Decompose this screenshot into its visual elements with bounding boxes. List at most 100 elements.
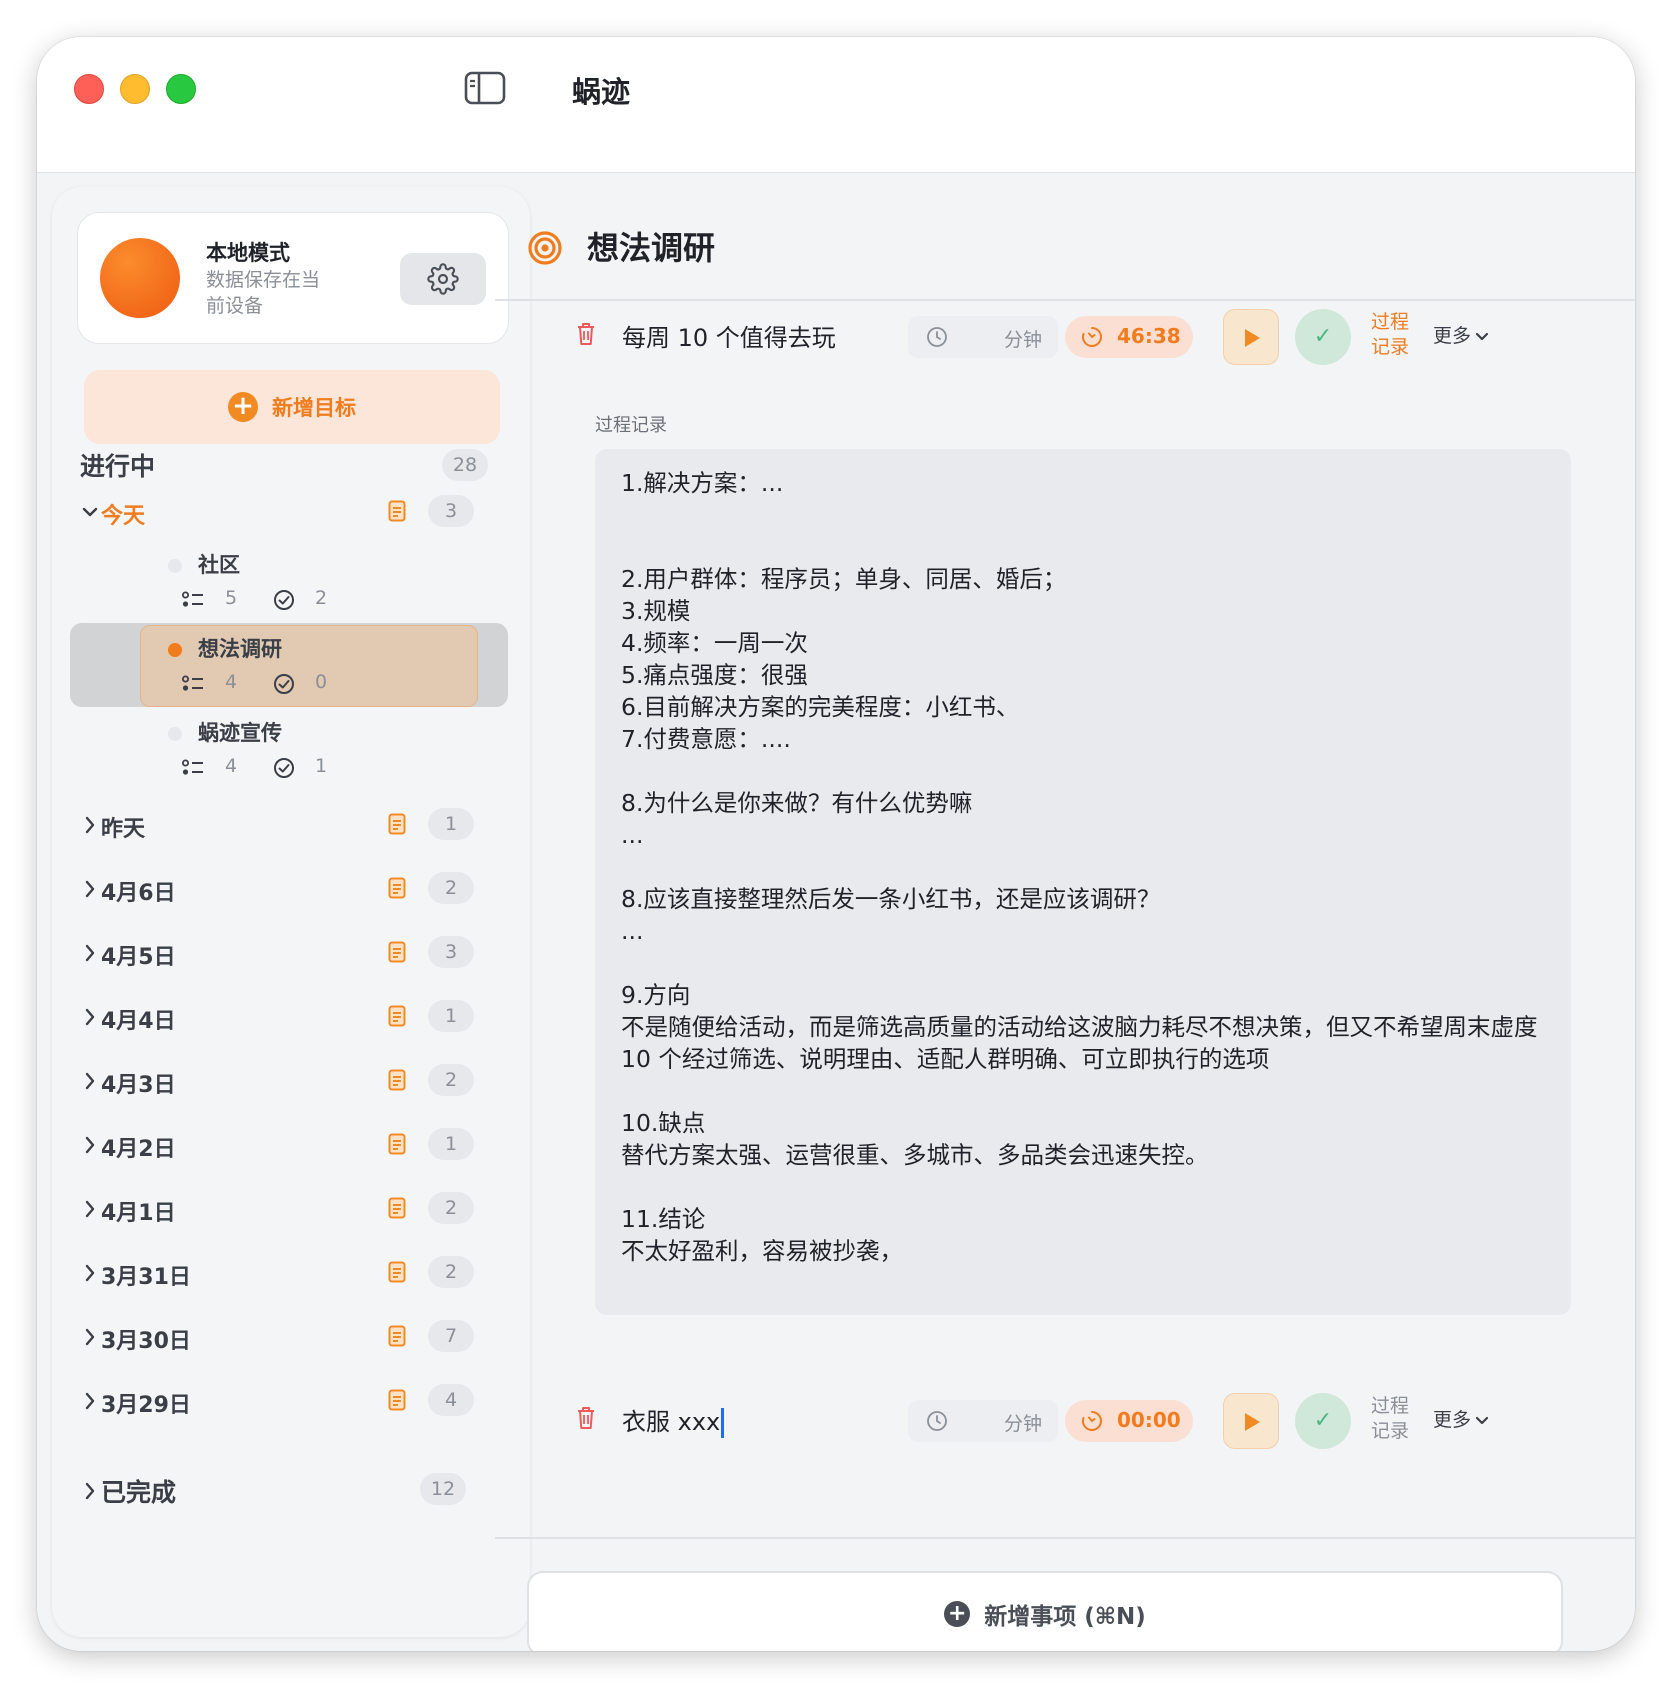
trash-icon[interactable] (575, 1405, 597, 1431)
add-goal-button[interactable]: + 新增目标 (84, 370, 500, 444)
chevron-right-icon (85, 816, 95, 834)
play-icon (1245, 329, 1260, 347)
timer-display[interactable]: 46:38 (1065, 316, 1193, 358)
date-group-mar-30[interactable]: 3月30日 7 (80, 1319, 480, 1359)
timer-display[interactable]: 00:00 (1065, 1400, 1193, 1442)
add-item-label: 新增事项 (⌘N) (984, 1604, 1146, 1630)
date-group-count: 2 (428, 872, 474, 904)
chevron-right-icon (85, 1392, 95, 1410)
task-count: 4 (225, 755, 238, 777)
check-icon: ✓ (1313, 324, 1333, 349)
date-group-label: 昨天 (101, 817, 146, 842)
date-group-mar-31[interactable]: 3月31日 2 (80, 1255, 480, 1295)
goal-name: 想法调研 (198, 637, 282, 661)
task-name-input[interactable]: 衣服 xxx (622, 1402, 725, 1438)
avatar (100, 238, 180, 318)
date-group-label: 4月1日 (101, 1201, 176, 1226)
text-cursor (721, 1408, 725, 1438)
check-circle-icon (274, 758, 294, 778)
add-item-button[interactable]: + 新增事项 (⌘N) (527, 1571, 1563, 1651)
date-group-apr-5[interactable]: 4月5日 3 (80, 935, 480, 975)
estimate-field[interactable]: 分钟 (908, 1400, 1058, 1442)
document-icon (388, 1261, 406, 1283)
date-group-count: 1 (428, 1000, 474, 1032)
date-group-count: 7 (428, 1320, 474, 1352)
completed-label: 已完成 (101, 1478, 177, 1507)
date-group-count: 1 (428, 808, 474, 840)
date-group-yesterday[interactable]: 昨天 1 (80, 807, 480, 847)
done-count: 2 (315, 587, 328, 609)
app-window: 蜗迹 本地模式 数据保存在当前设备 + 新增目标 进行中 28 今天 3 社区 … (37, 37, 1635, 1651)
title-bar: 蜗迹 (37, 37, 1635, 173)
goal-status-dot (168, 643, 182, 657)
goal-header: 想法调研 (495, 187, 1635, 301)
close-window-button[interactable] (74, 74, 104, 104)
completed-group[interactable]: 已完成 12 (80, 1471, 480, 1511)
play-icon (1245, 1413, 1260, 1431)
trash-icon[interactable] (575, 321, 597, 347)
play-button[interactable] (1223, 1393, 1279, 1449)
in-progress-count: 28 (442, 449, 488, 481)
clock-icon (927, 327, 947, 347)
date-group-mar-29[interactable]: 3月29日 4 (80, 1383, 480, 1423)
app-title: 蜗迹 (572, 75, 631, 109)
minimize-window-button[interactable] (120, 74, 150, 104)
done-count: 0 (315, 671, 328, 693)
sidebar-toggle-icon[interactable] (464, 71, 506, 105)
goal-name: 蜗迹宣传 (198, 721, 282, 745)
complete-button[interactable]: ✓ (1295, 1393, 1351, 1449)
date-group-label: 今天 (101, 504, 146, 529)
process-record-button[interactable]: 过程记录 (1371, 310, 1411, 360)
goal-item-promotion[interactable]: 蜗迹宣传 4 1 (70, 707, 508, 791)
clock-icon (927, 1411, 947, 1431)
document-icon (388, 500, 406, 522)
more-menu-button[interactable]: 更多 (1433, 321, 1489, 348)
estimate-unit: 分钟 (1004, 329, 1043, 351)
check-icon: ✓ (1313, 1408, 1333, 1433)
date-group-apr-6[interactable]: 4月6日 2 (80, 871, 480, 911)
task-name[interactable]: 每周 10 个值得去玩 (622, 318, 836, 353)
chevron-down-icon (1475, 332, 1489, 340)
profile-card: 本地模式 数据保存在当前设备 (77, 212, 509, 344)
goal-title: 想法调研 (587, 229, 716, 267)
document-icon (388, 1069, 406, 1091)
date-group-label: 3月29日 (101, 1393, 191, 1418)
more-menu-button[interactable]: 更多 (1433, 1405, 1489, 1432)
sidebar: 本地模式 数据保存在当前设备 + 新增目标 进行中 28 今天 3 社区 5 2… (52, 187, 530, 1637)
plus-icon: + (228, 392, 258, 422)
process-record-button[interactable]: 过程记录 (1371, 1394, 1411, 1444)
zoom-window-button[interactable] (166, 74, 196, 104)
play-button[interactable] (1223, 309, 1279, 365)
timer-icon (1082, 1411, 1102, 1431)
task-list-icon (182, 675, 203, 691)
date-group-apr-1[interactable]: 4月1日 2 (80, 1191, 480, 1231)
task-name-text: 衣服 xxx (622, 1408, 721, 1436)
goal-item-community[interactable]: 社区 5 2 (70, 539, 508, 623)
date-group-count: 2 (428, 1256, 474, 1288)
date-group-today[interactable]: 今天 3 (80, 494, 480, 534)
complete-button[interactable]: ✓ (1295, 309, 1351, 365)
timer-icon (1082, 327, 1102, 347)
estimate-field[interactable]: 分钟 (908, 316, 1058, 358)
footer: + 新增事项 (⌘N) (495, 1537, 1635, 1651)
date-group-apr-3[interactable]: 4月3日 2 (80, 1063, 480, 1103)
document-icon (388, 1005, 406, 1027)
settings-button[interactable] (400, 253, 486, 305)
chevron-right-icon (85, 1008, 95, 1026)
chevron-right-icon (85, 1136, 95, 1154)
document-icon (388, 877, 406, 899)
date-group-count: 1 (428, 1128, 474, 1160)
chevron-right-icon (85, 1200, 95, 1218)
task-row: 衣服 xxx 分钟 00:00 ✓ 过程记录 更多 (495, 1385, 1635, 1455)
timer-value: 46:38 (1117, 324, 1181, 348)
task-row: 每周 10 个值得去玩 分钟 46:38 ✓ 过程记录 更多 (495, 301, 1635, 371)
process-notes-editor[interactable]: 1.解决方案：... 2.用户群体：程序员；单身、同居、婚后； 3.规模 4.频… (595, 449, 1571, 1315)
goal-item-idea-research[interactable]: 想法调研 4 0 (70, 623, 508, 707)
date-group-apr-2[interactable]: 4月2日 1 (80, 1127, 480, 1167)
date-group-apr-4[interactable]: 4月4日 1 (80, 999, 480, 1039)
document-icon (388, 941, 406, 963)
chevron-right-icon (85, 880, 95, 898)
date-group-label: 4月3日 (101, 1073, 176, 1098)
chevron-right-icon (85, 1264, 95, 1282)
document-icon (388, 1197, 406, 1219)
